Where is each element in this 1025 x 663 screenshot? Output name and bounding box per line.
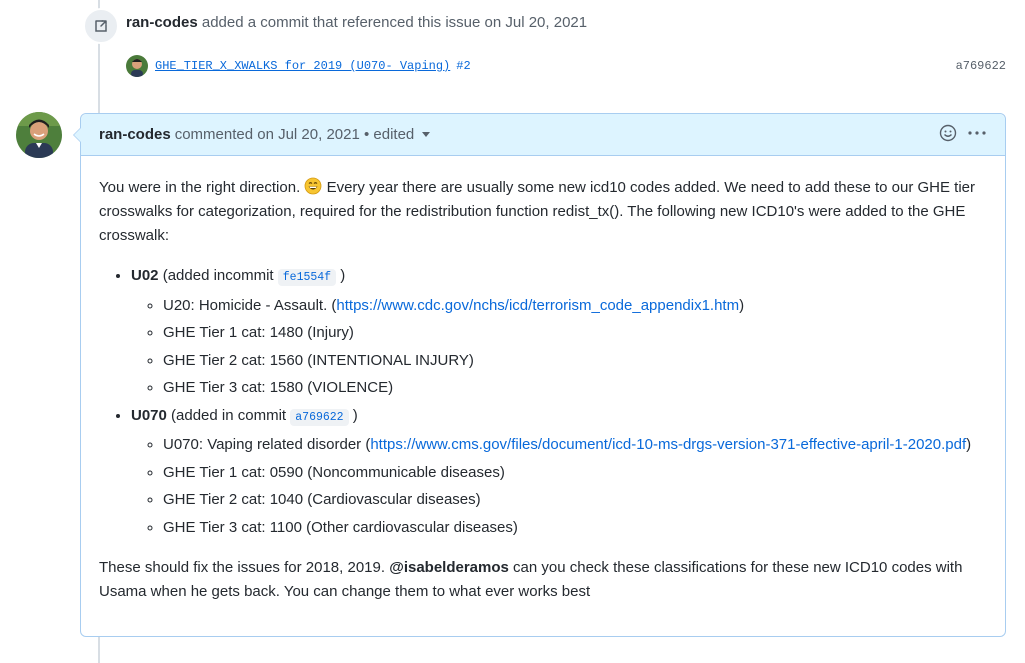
- list-item: U070 (added in commit a769622 ) U070: Va…: [131, 404, 987, 540]
- kebab-menu-icon[interactable]: [967, 124, 987, 146]
- comment-body: You were in the right direction. Every y…: [81, 156, 1005, 624]
- list-item-text: U070: Vaping related disorder (: [163, 436, 371, 453]
- dropdown-caret-icon[interactable]: [422, 132, 431, 137]
- list-item: U070: Vaping related disorder (https://w…: [163, 433, 987, 457]
- list-item-text: (added incommit: [162, 267, 274, 284]
- cross-reference-icon: [83, 8, 119, 44]
- list-item-text: ): [352, 406, 358, 424]
- commit-pr-link[interactable]: #2: [456, 59, 470, 73]
- commit-sha-link[interactable]: a769622: [290, 408, 349, 426]
- sub-list: U20: Homicide - Assault. (https://www.cd…: [131, 294, 987, 401]
- icd-code-list: U02 (added incommit fe1554f ) U20: Homic…: [99, 264, 987, 540]
- comment-author[interactable]: ran-codes: [99, 126, 171, 143]
- list-item: GHE Tier 1 cat: 0590 (Noncommunicable di…: [163, 461, 987, 485]
- reference-link[interactable]: https://www.cdc.gov/nchs/icd/terrorism_c…: [336, 297, 739, 314]
- list-item-text: ): [966, 436, 972, 453]
- list-item-text: ): [739, 296, 745, 314]
- icd-code: U070: [131, 406, 167, 424]
- commit-message-link[interactable]: GHE_TIER_X_XWALKS for 2019 (U070- Vaping…: [155, 59, 450, 73]
- grinning-face-emoji: [304, 177, 322, 195]
- avatar[interactable]: [16, 112, 62, 158]
- user-mention-link[interactable]: @isabelderamos: [389, 559, 509, 576]
- list-item: GHE Tier 3 cat: 1580 (VIOLENCE): [163, 376, 987, 400]
- icd-code: U02: [131, 267, 159, 284]
- event-description: ran-codes added a commit that referenced…: [126, 14, 587, 31]
- list-item: GHE Tier 2 cat: 1040 (Cardiovascular dis…: [163, 488, 987, 512]
- list-item: U20: Homicide - Assault. (https://www.cd…: [163, 294, 987, 318]
- comment-header: ran-codes commented on Jul 20, 2021 • ed…: [81, 114, 1005, 156]
- commit-row: GHE_TIER_X_XWALKS for 2019 (U070- Vaping…: [126, 55, 1006, 77]
- comment-intro: You were in the right direction. Every y…: [99, 176, 987, 248]
- event-action: added a commit that referenced this issu…: [201, 14, 588, 31]
- list-item: GHE Tier 3 cat: 1100 (Other cardiovascul…: [163, 516, 987, 540]
- list-item-text: U20: Homicide - Assault. (: [163, 296, 337, 314]
- smiley-reaction-icon[interactable]: [939, 124, 957, 146]
- list-item: GHE Tier 1 cat: 1480 (Injury): [163, 321, 987, 345]
- intro-text: You were in the right direction.: [99, 179, 301, 196]
- sub-list: U070: Vaping related disorder (https://w…: [131, 433, 987, 540]
- reference-link[interactable]: https://www.cms.gov/files/document/icd-1…: [370, 436, 966, 453]
- event-author[interactable]: ran-codes: [126, 14, 198, 31]
- list-item-text: (added in commit: [171, 406, 287, 424]
- commit-sha-link[interactable]: fe1554f: [277, 269, 337, 286]
- comment-box: ran-codes commented on Jul 20, 2021 • ed…: [73, 113, 1006, 637]
- avatar[interactable]: [126, 55, 148, 77]
- comment-outro: These should fix the issues for 2018, 20…: [99, 556, 987, 604]
- list-item: U02 (added incommit fe1554f ) U20: Homic…: [131, 264, 987, 400]
- outro-text: These should fix the issues for 2018, 20…: [99, 558, 386, 576]
- list-item-text: ): [340, 267, 346, 284]
- list-item: GHE Tier 2 cat: 1560 (INTENTIONAL INJURY…: [163, 349, 987, 373]
- commit-sha-link[interactable]: a769622: [956, 59, 1006, 73]
- comment-meta[interactable]: commented on Jul 20, 2021 • edited: [175, 126, 415, 143]
